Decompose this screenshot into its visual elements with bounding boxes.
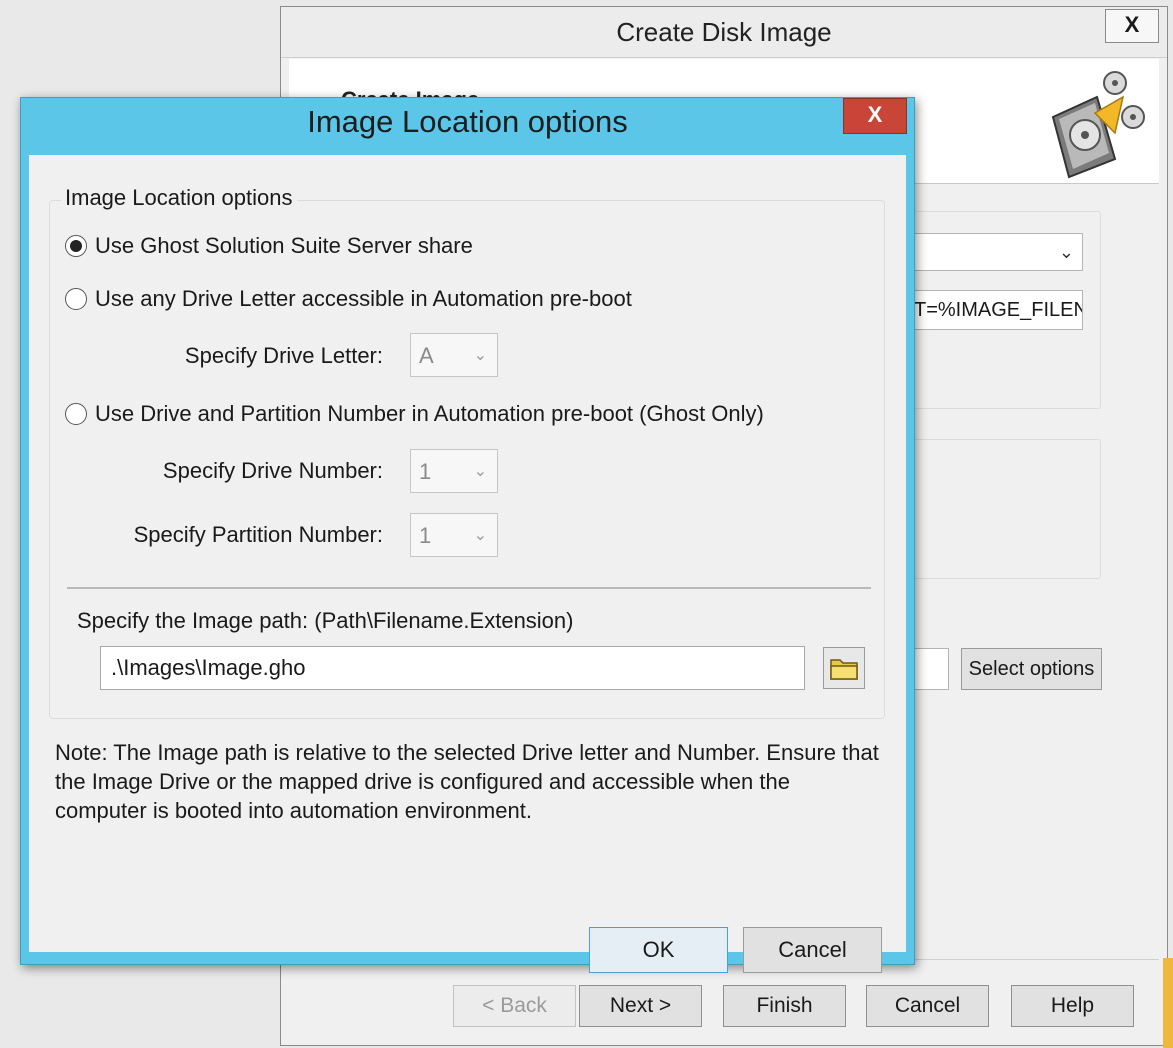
image-path-field[interactable]: T=%IMAGE_FILENAM — [911, 290, 1083, 330]
disk-image-icon — [1051, 71, 1145, 179]
drive-number-select[interactable]: 1 ⌄ — [410, 449, 498, 493]
next-button[interactable]: Next > — [579, 985, 702, 1027]
radio-server-share[interactable]: Use Ghost Solution Suite Server share — [65, 233, 473, 259]
chevron-down-icon: ⌄ — [473, 527, 487, 544]
dialog-close-button[interactable]: X — [843, 98, 907, 134]
drive-number-value: 1 — [419, 459, 432, 484]
cancel-button[interactable]: Cancel — [866, 985, 989, 1027]
radio-drive-letter[interactable]: Use any Drive Letter accessible in Autom… — [65, 286, 632, 312]
dialog-body: Image Location options Use Ghost Solutio… — [29, 155, 906, 973]
dialog-title: Image Location options — [307, 104, 628, 139]
options-field[interactable] — [911, 648, 949, 690]
help-button[interactable]: Help — [1011, 985, 1134, 1027]
radio-label: Use Ghost Solution Suite Server share — [95, 233, 473, 258]
image-type-select[interactable]: ⌄ — [911, 233, 1083, 271]
finish-button[interactable]: Finish — [723, 985, 846, 1027]
radio-label: Use any Drive Letter accessible in Autom… — [95, 286, 632, 311]
radio-drive-partition[interactable]: Use Drive and Partition Number in Automa… — [65, 401, 764, 427]
partition-number-select[interactable]: 1 ⌄ — [410, 513, 498, 557]
drive-number-label: Specify Drive Number: — [162, 458, 383, 483]
partition-number-label: Specify Partition Number: — [133, 522, 383, 547]
folder-icon — [830, 659, 858, 680]
separator — [67, 587, 871, 589]
image-location-options-dialog: Image Location options X Image Location … — [20, 97, 915, 973]
window-title: Create Disk Image — [616, 17, 832, 47]
drive-letter-value: A — [419, 343, 434, 368]
image-path-label: Specify the Image path: (Path\Filename.E… — [77, 608, 574, 633]
chevron-down-icon: ⌄ — [1058, 242, 1074, 262]
note-text: Note: The Image path is relative to the … — [55, 740, 879, 823]
partition-number-value: 1 — [419, 523, 432, 548]
back-button[interactable]: < Back — [453, 985, 576, 1027]
accent-strip — [1163, 958, 1173, 1048]
drive-letter-label: Specify Drive Letter: — [184, 343, 383, 368]
radio-button[interactable] — [65, 403, 87, 425]
title-bar: Create Disk Image X — [281, 7, 1167, 58]
cancel-button[interactable]: Cancel — [743, 927, 882, 973]
select-options-button[interactable]: Select options — [961, 648, 1102, 690]
radio-button[interactable] — [65, 288, 87, 310]
groupbox-caption: Image Location options — [61, 185, 297, 211]
chevron-down-icon: ⌄ — [473, 463, 487, 480]
chevron-down-icon: ⌄ — [473, 347, 487, 364]
drive-letter-select[interactable]: A ⌄ — [410, 333, 498, 377]
close-icon: X — [867, 102, 883, 127]
ok-button[interactable]: OK — [589, 927, 728, 973]
browse-folder-button[interactable] — [823, 647, 865, 689]
close-button[interactable]: X — [1105, 9, 1159, 43]
radio-label: Use Drive and Partition Number in Automa… — [95, 401, 764, 426]
image-path-input[interactable] — [100, 646, 805, 690]
radio-button[interactable] — [65, 235, 87, 257]
